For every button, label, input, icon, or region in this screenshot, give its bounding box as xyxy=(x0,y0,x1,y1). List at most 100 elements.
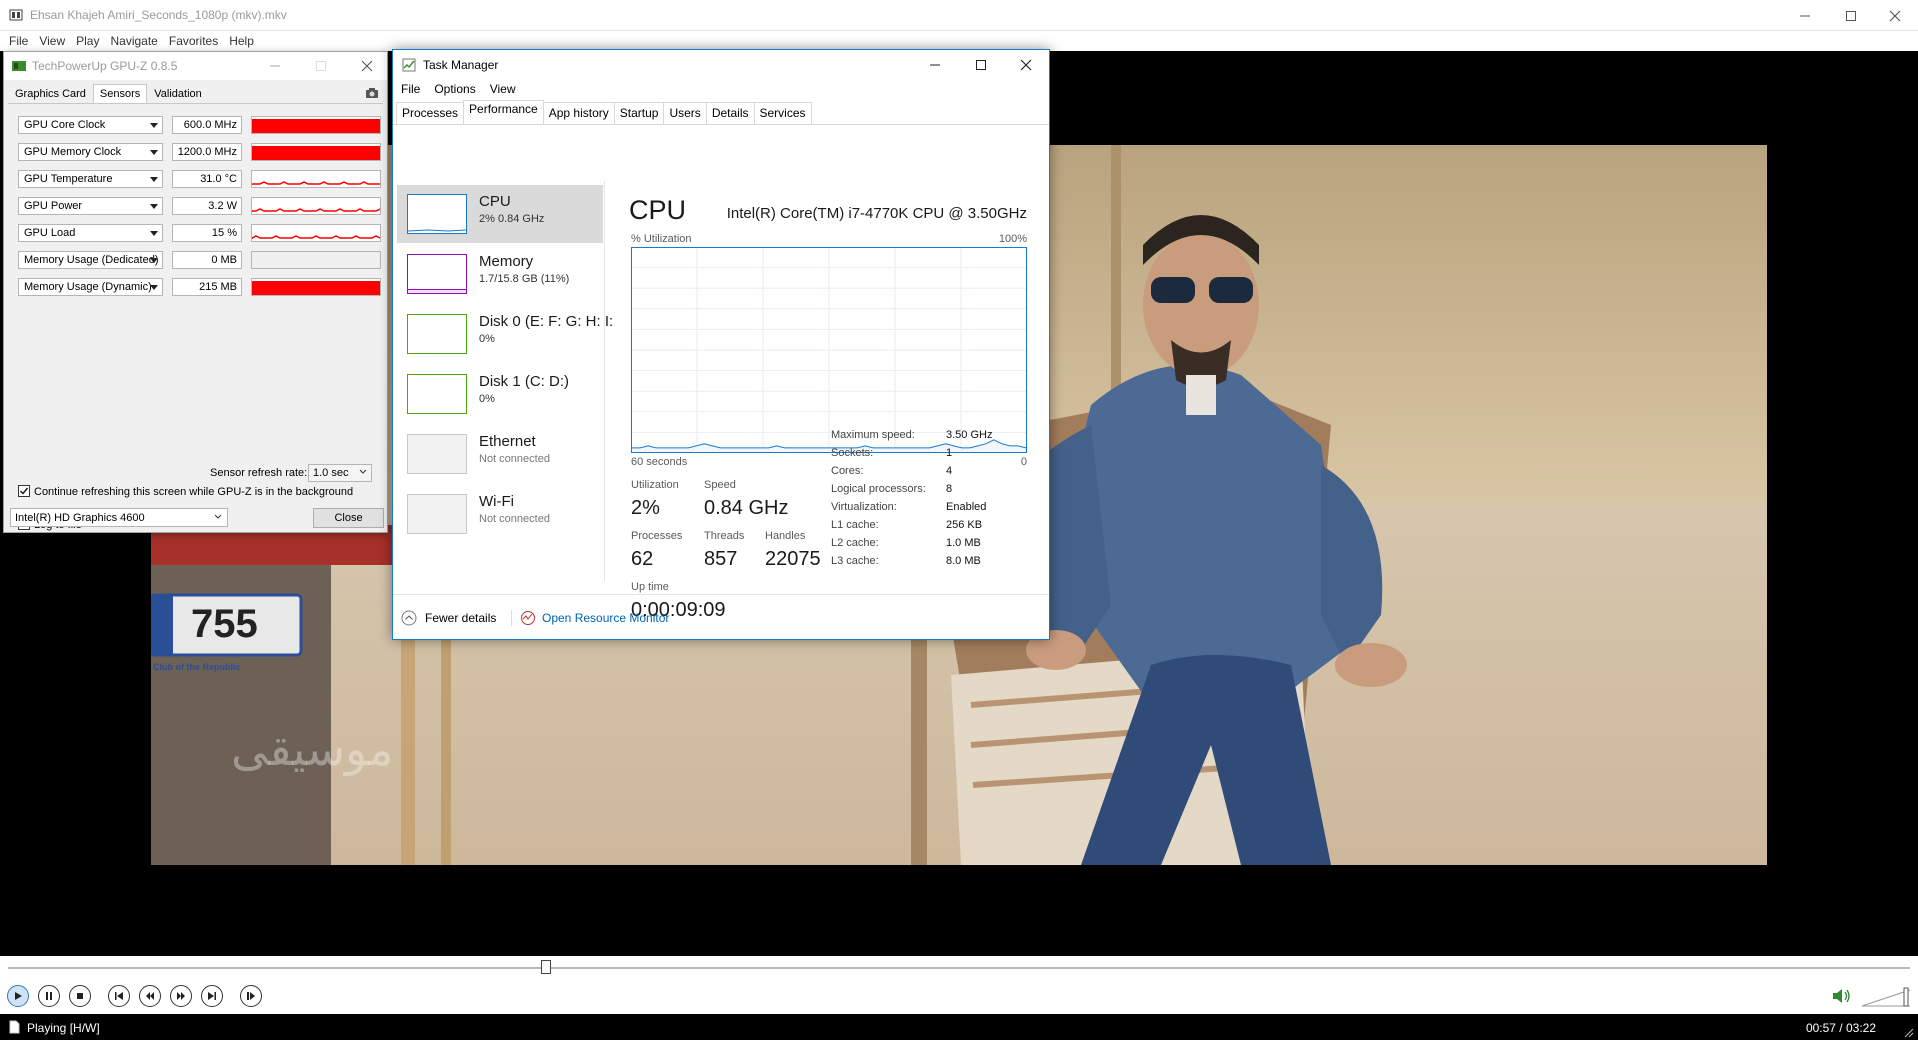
sensor-label: GPU Memory Clock xyxy=(24,146,122,158)
player-title: Ehsan Khajeh Amiri_Seconds_1080p (mkv).m… xyxy=(30,8,287,22)
close-icon xyxy=(1889,10,1901,21)
tab-users[interactable]: Users xyxy=(663,102,707,124)
handles-value: 22075 xyxy=(765,548,821,570)
resource-item-disk-1[interactable]: Disk 1 (C: D:) 0% xyxy=(397,365,603,423)
spec-value: Enabled xyxy=(946,501,987,513)
play-icon xyxy=(15,992,22,1000)
stop-button[interactable] xyxy=(69,985,91,1007)
menu-help[interactable]: Help xyxy=(224,31,259,51)
minimize-icon xyxy=(270,65,280,67)
menu-view[interactable]: View xyxy=(34,31,70,51)
player-maximize-button[interactable] xyxy=(1828,0,1874,31)
gpu-select[interactable]: Intel(R) HD Graphics 4600 xyxy=(10,508,228,527)
memory-thumbnail xyxy=(407,254,467,294)
processes-value: 62 xyxy=(631,548,654,570)
open-resource-monitor-link[interactable]: Open Resource Monitor xyxy=(520,610,669,626)
license-plate-subtext: Club of the Republic xyxy=(153,662,241,672)
spec-key: L1 cache: xyxy=(831,519,879,531)
tab-app-history[interactable]: App history xyxy=(542,102,615,124)
sensor-selector[interactable]: GPU Core Clock xyxy=(18,116,163,134)
chevron-down-icon xyxy=(150,177,158,182)
tm-menu-options[interactable]: Options xyxy=(434,82,475,96)
tm-minimize-button[interactable] xyxy=(912,50,958,80)
graph-min-label: 0 xyxy=(1020,456,1027,468)
tab-processes[interactable]: Processes xyxy=(396,102,465,124)
resource-item-cpu[interactable]: CPU 2% 0.84 GHz xyxy=(397,185,603,243)
sensor-graph-line xyxy=(252,235,380,239)
gpuz-close-button[interactable] xyxy=(361,60,373,72)
tab-services[interactable]: Services xyxy=(753,102,812,124)
play-button[interactable] xyxy=(7,985,29,1007)
watermark-logo: موسيقی xyxy=(231,722,393,777)
resource-item-wifi[interactable]: Wi-Fi Not connected xyxy=(397,485,603,543)
maximize-icon xyxy=(316,61,326,71)
resource-detail: 1.7/15.8 GB (11%) xyxy=(479,273,570,285)
tm-close-button[interactable] xyxy=(1003,50,1049,80)
license-plate-text: 755 xyxy=(191,602,258,646)
rewind-icon xyxy=(146,992,154,1000)
continue-refresh-option[interactable]: Continue refreshing this screen while GP… xyxy=(18,485,353,498)
next-button[interactable] xyxy=(201,985,223,1007)
sensor-value: 31.0 °C xyxy=(172,170,242,188)
task-manager-title: Task Manager xyxy=(423,58,499,72)
resource-item-ethernet[interactable]: Ethernet Not connected xyxy=(397,425,603,483)
sensor-value: 600.0 MHz xyxy=(172,116,242,134)
refresh-rate-select[interactable]: 1.0 sec xyxy=(308,464,372,482)
menu-favorites[interactable]: Favorites xyxy=(164,31,223,51)
speaker-icon xyxy=(1833,989,1850,1003)
tm-menu-view[interactable]: View xyxy=(490,82,516,96)
spec-key: L3 cache: xyxy=(831,555,879,567)
tab-startup[interactable]: Startup xyxy=(613,102,665,124)
tab-validation[interactable]: Validation xyxy=(147,84,209,103)
screenshot-camera-icon[interactable] xyxy=(365,87,379,99)
previous-button[interactable] xyxy=(108,985,130,1007)
resource-item-disk-0[interactable]: Disk 0 (E: F: G: H: I: 0% xyxy=(397,305,613,363)
spec-value: 256 KB xyxy=(946,519,983,531)
tab-sensors[interactable]: Sensors xyxy=(92,84,148,103)
menu-navigate[interactable]: Navigate xyxy=(105,31,162,51)
uptime-label: Up time xyxy=(631,581,669,593)
menu-play[interactable]: Play xyxy=(71,31,104,51)
tab-graphics-card[interactable]: Graphics Card xyxy=(8,84,93,103)
sensor-selector[interactable]: Memory Usage (Dynamic) xyxy=(18,278,163,296)
spec-key: Logical processors: xyxy=(831,483,926,495)
sensor-label: GPU Power xyxy=(24,200,83,212)
menu-file[interactable]: File xyxy=(4,31,33,51)
tab-details[interactable]: Details xyxy=(705,102,755,124)
task-manager-title-bar: Task Manager xyxy=(393,50,1049,80)
seek-thumb[interactable] xyxy=(541,960,552,974)
sensor-selector[interactable]: GPU Temperature xyxy=(18,170,163,188)
player-close-button[interactable] xyxy=(1872,0,1918,31)
seek-track[interactable] xyxy=(8,967,1910,969)
sensor-selector[interactable]: GPU Memory Clock xyxy=(18,143,163,161)
pause-button[interactable] xyxy=(38,985,60,1007)
sensor-selector[interactable]: GPU Load xyxy=(18,224,163,242)
resize-grip-icon[interactable] xyxy=(1902,1026,1914,1038)
tm-menu-file[interactable]: File xyxy=(401,82,420,96)
gpuz-window: TechPowerUp GPU-Z 0.8.5 Graphics Card Se… xyxy=(3,51,388,533)
tm-tabs: Processes Performance App history Startu… xyxy=(396,100,812,124)
tm-maximize-button[interactable] xyxy=(958,50,1004,80)
fast-forward-button[interactable] xyxy=(170,985,192,1007)
volume-button[interactable] xyxy=(1832,988,1852,1004)
wifi-thumbnail xyxy=(407,494,467,534)
frame-step-button[interactable] xyxy=(240,985,262,1007)
continue-refresh-checkbox[interactable] xyxy=(18,485,30,497)
tab-performance[interactable]: Performance xyxy=(463,100,544,124)
sensor-value: 215 MB xyxy=(172,278,242,296)
sensor-selector[interactable]: GPU Power xyxy=(18,197,163,215)
gpuz-minimize-button[interactable] xyxy=(269,60,281,72)
player-minimize-button[interactable] xyxy=(1782,0,1828,31)
pause-icon xyxy=(46,992,52,1000)
resource-item-memory[interactable]: Memory 1.7/15.8 GB (11%) xyxy=(397,245,603,303)
task-manager-app-icon xyxy=(402,58,416,72)
player-title-bar: Ehsan Khajeh Amiri_Seconds_1080p (mkv).m… xyxy=(0,0,1918,31)
refresh-rate-label: Sensor refresh rate: xyxy=(210,467,308,479)
close-button[interactable]: Close xyxy=(313,508,384,528)
fewer-details-button[interactable]: Fewer details xyxy=(401,610,496,626)
sensor-selector[interactable]: Memory Usage (Dedicated) xyxy=(18,251,163,269)
rewind-button[interactable] xyxy=(139,985,161,1007)
status-file-icon xyxy=(9,1020,20,1034)
resource-detail: 0% xyxy=(479,333,495,345)
volume-slider[interactable] xyxy=(1860,984,1912,1008)
